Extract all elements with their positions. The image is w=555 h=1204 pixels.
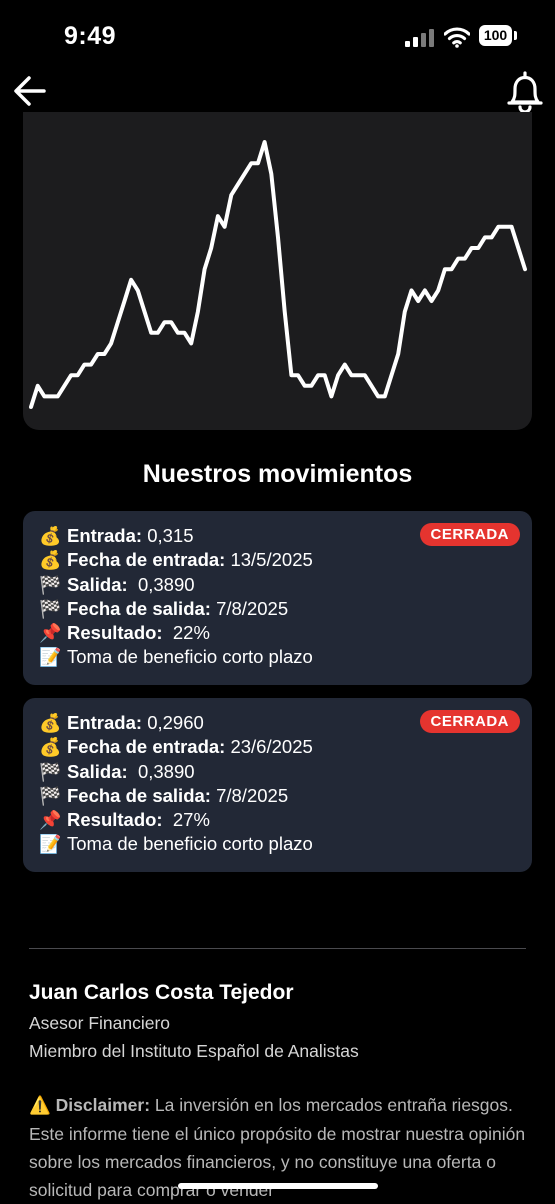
exit-value: 0,3890 <box>137 760 195 782</box>
checkered-flag-icon: 🏁 <box>39 598 62 620</box>
money-bag-icon: 💰 <box>39 550 62 572</box>
checkered-flag-icon: 🏁 <box>39 761 62 783</box>
entry-label: Entrada: <box>67 525 143 546</box>
note-row: 📝 Toma de beneficio corto plazo <box>39 645 313 669</box>
checkered-flag-icon: 🏁 <box>39 574 62 596</box>
money-bag-icon: 💰 <box>39 526 62 547</box>
memo-icon: 📝 <box>39 834 62 856</box>
entry-row: 💰 Entrada: 0,315 <box>39 524 313 548</box>
exit-date-label: Fecha de salida: <box>67 784 211 806</box>
price-line <box>29 140 527 409</box>
result-value: 27% <box>172 809 210 831</box>
author-role: Asesor Financiero <box>29 1013 171 1033</box>
trade-card: CERRADA 💰 Entrada: 0,315 💰 Fecha de entrad… <box>23 511 532 685</box>
status-badge: CERRADA <box>419 523 520 546</box>
note-text: Toma de beneficio corto plazo <box>67 833 313 855</box>
arrow-left-icon <box>14 76 46 106</box>
pushpin-icon: 📌 <box>39 623 62 645</box>
result-row: 📌 Resultado: 22% <box>39 621 313 645</box>
entry-value: 0,315 <box>147 525 194 546</box>
exit-date-row: 🏁 Fecha de salida: 7/8/2025 <box>39 597 313 621</box>
warning-icon: ⚠️ <box>29 1096 51 1116</box>
result-value: 22% <box>172 622 210 644</box>
divider <box>29 948 526 949</box>
status-badge: CERRADA <box>419 710 520 733</box>
entry-row: 💰 Entrada: 0,2960 <box>39 711 313 735</box>
notifications-button[interactable] <box>504 70 546 114</box>
battery-tip <box>514 31 517 40</box>
bell-icon <box>507 71 543 114</box>
entry-date-label: Fecha de entrada: <box>67 736 226 758</box>
author-org: Miembro del Instituto Español de Analist… <box>29 1041 359 1061</box>
exit-row: 🏁 Salida: 0,3890 <box>39 573 313 597</box>
home-indicator[interactable] <box>178 1183 378 1189</box>
back-button[interactable] <box>12 72 50 110</box>
battery-icon: 100 <box>479 25 512 46</box>
result-label: Resultado: <box>67 622 163 644</box>
exit-date-value: 7/8/2025 <box>216 784 289 806</box>
memo-icon: 📝 <box>39 647 62 669</box>
disclaimer-label: Disclaimer: <box>55 1095 151 1115</box>
status-bar: 9:49 100 <box>0 0 555 70</box>
entry-date-value: 23/6/2025 <box>230 736 313 758</box>
entry-date-label: Fecha de entrada: <box>67 549 226 571</box>
exit-date-label: Fecha de salida: <box>67 597 211 619</box>
exit-date-row: 🏁 Fecha de salida: 7/8/2025 <box>39 784 313 808</box>
exit-value: 0,3890 <box>137 573 195 595</box>
price-chart-svg <box>29 140 527 409</box>
money-bag-icon: 💰 <box>39 713 62 734</box>
result-label: Resultado: <box>67 809 163 831</box>
note-text: Toma de beneficio corto plazo <box>67 646 313 668</box>
exit-row: 🏁 Salida: 0,3890 <box>39 760 313 784</box>
author-name: Juan Carlos Costa Tejedor <box>29 981 294 1004</box>
wifi-icon <box>443 26 471 48</box>
exit-date-value: 7/8/2025 <box>216 597 289 619</box>
entry-date-value: 13/5/2025 <box>230 549 313 571</box>
checkered-flag-icon: 🏁 <box>39 785 62 807</box>
signal-icon <box>405 29 435 47</box>
movements-title: Nuestros movimientos <box>142 460 413 488</box>
exit-label: Salida: <box>67 573 128 595</box>
entry-value: 0,2960 <box>147 712 204 733</box>
note-row: 📝 Toma de beneficio corto plazo <box>39 832 313 856</box>
result-row: 📌 Resultado: 27% <box>39 808 313 832</box>
entry-date-row: 💰 Fecha de entrada: 23/6/2025 <box>39 735 313 759</box>
exit-label: Salida: <box>67 760 128 782</box>
pushpin-icon: 📌 <box>39 810 62 832</box>
money-bag-icon: 💰 <box>39 737 62 759</box>
entry-date-row: 💰 Fecha de entrada: 13/5/2025 <box>39 548 313 572</box>
trade-card: CERRADA 💰 Entrada: 0,2960 💰 Fecha de entra… <box>23 698 532 872</box>
entry-label: Entrada: <box>67 712 143 733</box>
status-time: 9:49 <box>64 22 117 50</box>
price-chart <box>23 112 532 430</box>
